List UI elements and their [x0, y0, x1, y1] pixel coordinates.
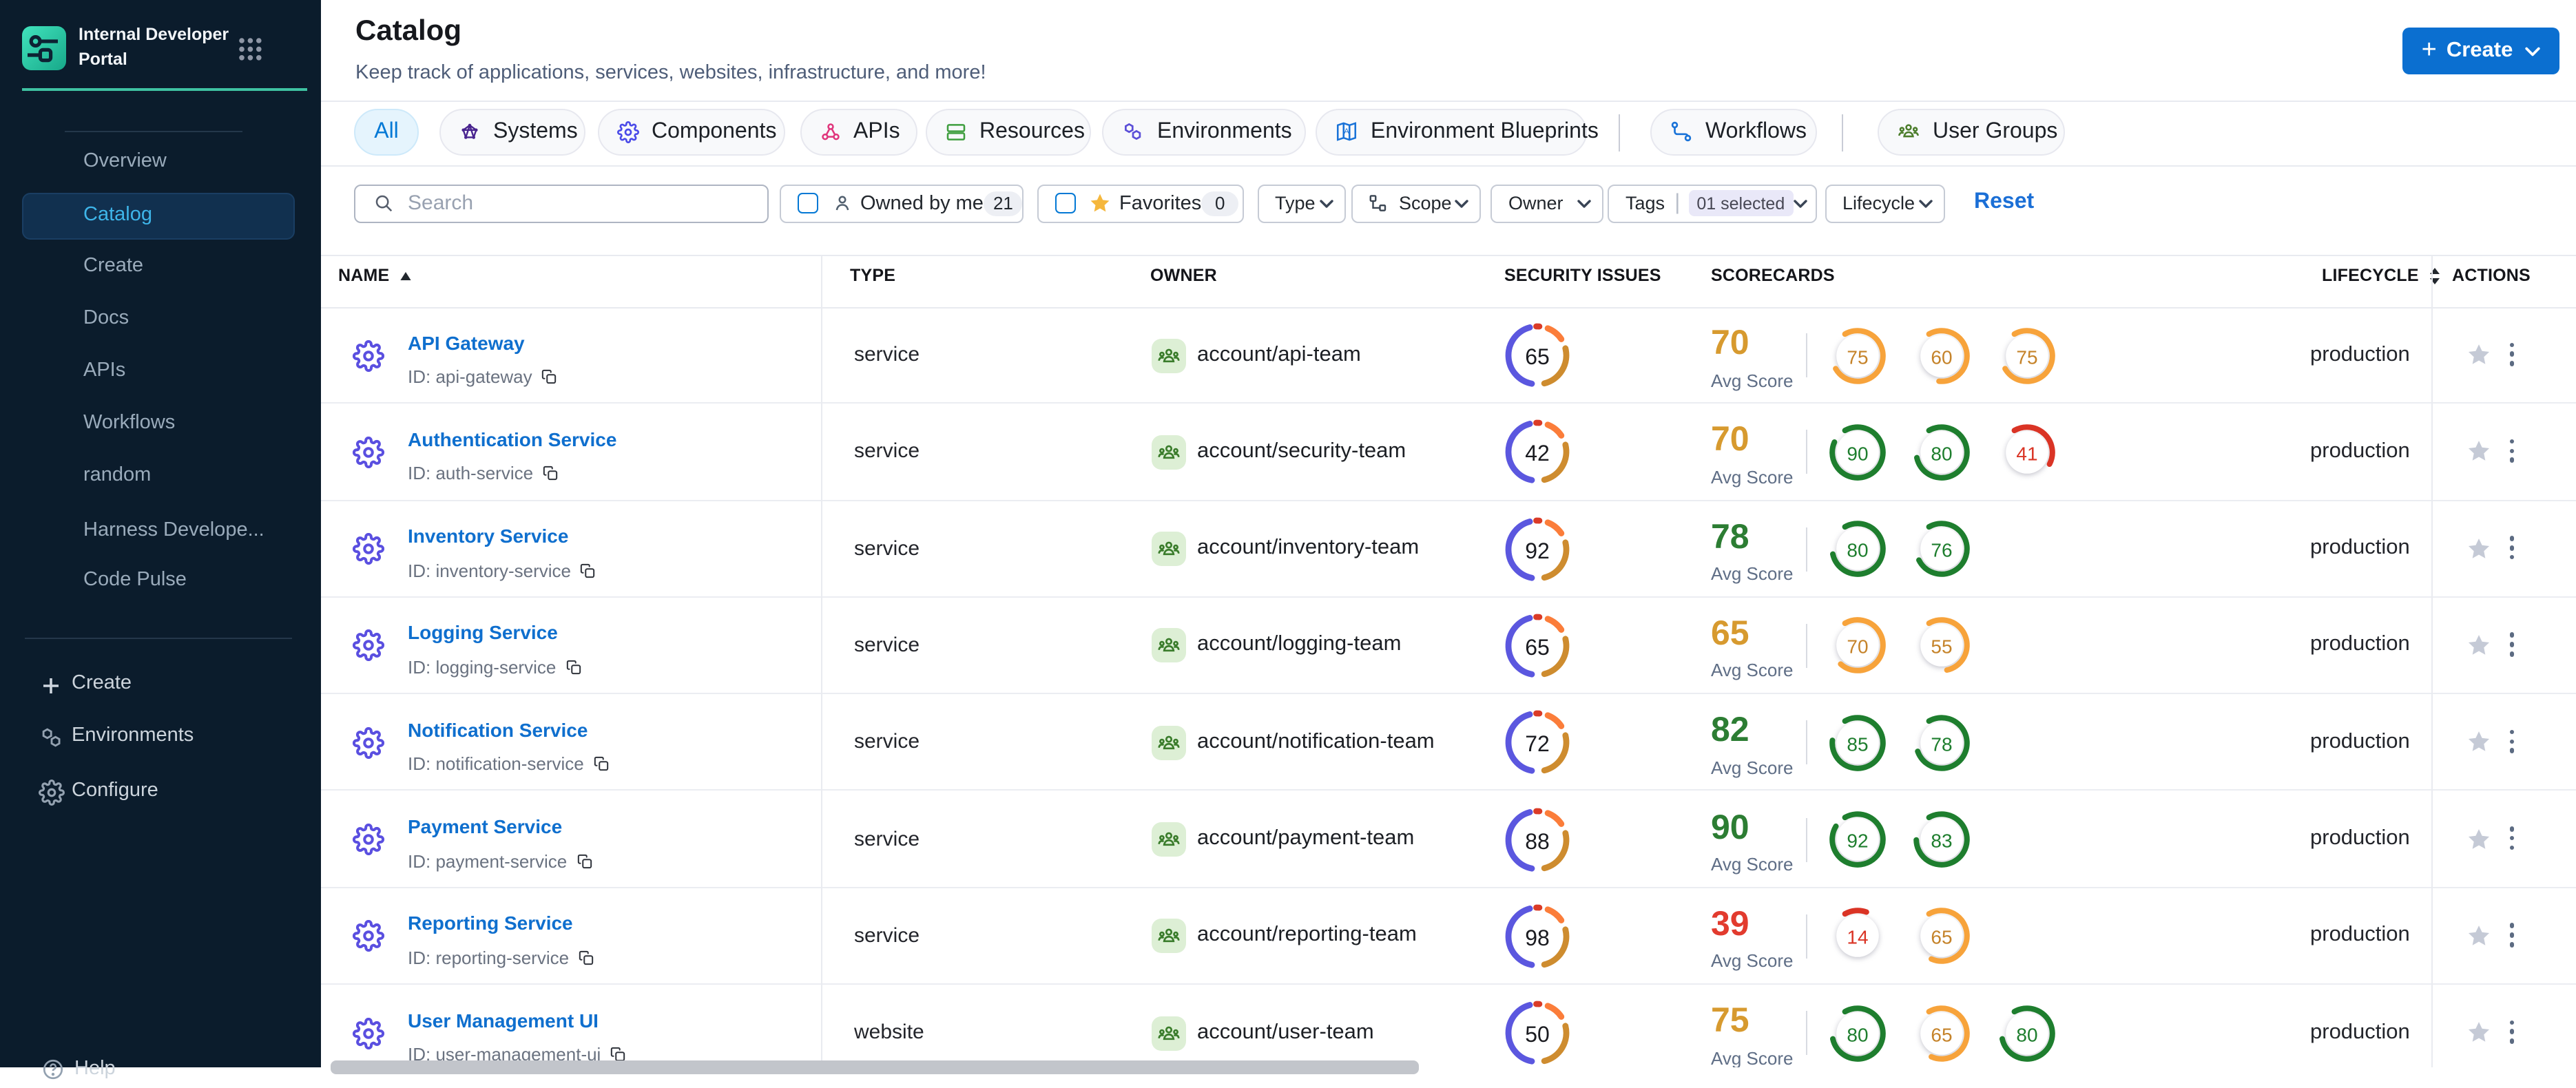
- svg-text:92: 92: [1846, 830, 1867, 852]
- svg-text:85: 85: [1846, 733, 1867, 755]
- svg-text:83: 83: [1931, 830, 1952, 852]
- svg-text:65: 65: [1525, 344, 1550, 369]
- svg-text:80: 80: [1931, 443, 1952, 464]
- svg-text:72: 72: [1525, 732, 1550, 757]
- svg-text:14: 14: [1846, 927, 1867, 948]
- svg-text:98: 98: [1525, 925, 1550, 950]
- svg-text:65: 65: [1931, 1024, 1952, 1045]
- svg-text:80: 80: [1846, 540, 1867, 561]
- svg-text:78: 78: [1931, 733, 1952, 755]
- svg-text:76: 76: [1931, 540, 1952, 561]
- svg-text:70: 70: [1846, 636, 1867, 658]
- svg-text:60: 60: [1931, 346, 1952, 368]
- svg-text:88: 88: [1525, 828, 1550, 853]
- svg-text:65: 65: [1931, 927, 1952, 948]
- svg-text:65: 65: [1525, 635, 1550, 660]
- svg-text:50: 50: [1525, 1022, 1550, 1047]
- svg-text:80: 80: [1846, 1024, 1867, 1045]
- svg-text:75: 75: [1846, 346, 1867, 368]
- svg-text:80: 80: [2015, 1024, 2037, 1045]
- svg-text:A: A: [1344, 127, 1349, 136]
- svg-text:42: 42: [1525, 441, 1550, 466]
- svg-text:55: 55: [1931, 636, 1952, 658]
- svg-text:41: 41: [2015, 443, 2037, 464]
- svg-text:75: 75: [2015, 346, 2037, 368]
- svg-text:90: 90: [1846, 443, 1867, 464]
- svg-text:92: 92: [1525, 538, 1550, 563]
